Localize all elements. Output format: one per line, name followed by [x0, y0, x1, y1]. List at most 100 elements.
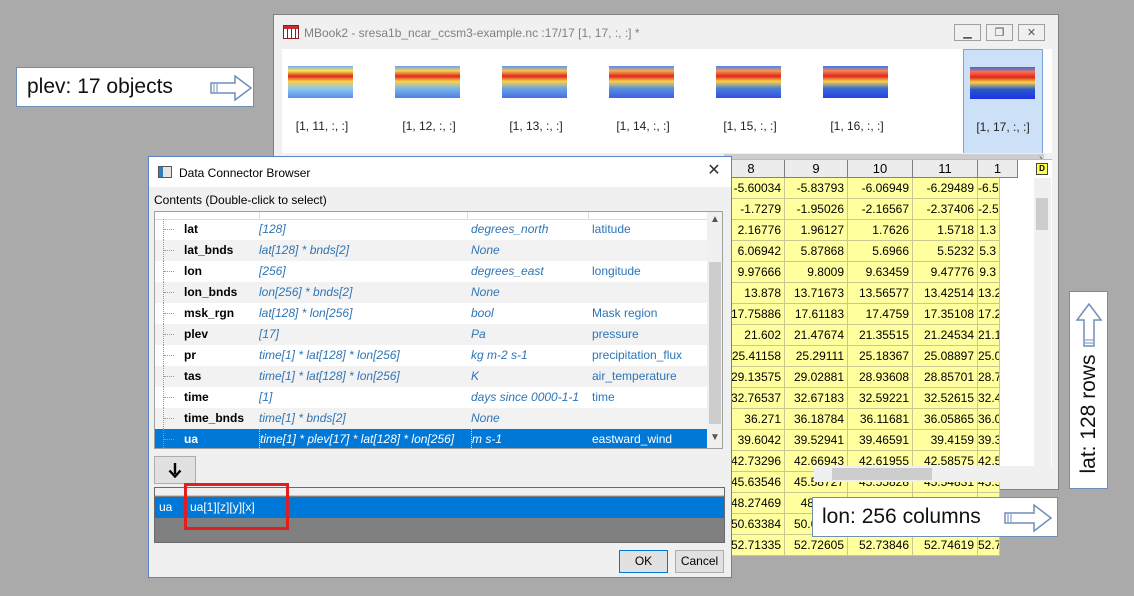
cell[interactable]: 39.3 — [978, 430, 1000, 451]
tree-item-lon-bnds[interactable]: lon_bnds lon[256] * bnds[2] None — [155, 282, 707, 303]
cell[interactable]: 1.5718 — [913, 220, 978, 241]
tree-item-time[interactable]: time [1] days since 0000-1-1 time — [155, 387, 707, 408]
sheet-thumbnail[interactable]: [1, 16, :, :] — [817, 49, 897, 155]
cell[interactable]: 36.05865 — [913, 409, 978, 430]
cell[interactable]: 25.18367 — [848, 346, 913, 367]
worksheet-vertical-scrollbar[interactable] — [1034, 178, 1051, 474]
cell[interactable]: 21.47674 — [785, 325, 848, 346]
cell[interactable]: 9.47776 — [913, 262, 978, 283]
cell[interactable]: 52.74619 — [913, 535, 978, 556]
cell[interactable]: 9.8009 — [785, 262, 848, 283]
sheet-thumbnail[interactable]: [1, 14, :, :] — [603, 49, 683, 155]
cell[interactable]: -6.06949 — [848, 178, 913, 199]
cell[interactable]: -2.5 — [978, 199, 1000, 220]
dialog-close-button[interactable]: ✕ — [705, 162, 723, 180]
cell[interactable]: 5.6966 — [848, 241, 913, 262]
tree-item-lon[interactable]: lon [256] degrees_east longitude — [155, 261, 707, 282]
cell[interactable]: 17.61183 — [785, 304, 848, 325]
cell[interactable]: 17.2 — [978, 304, 1000, 325]
cell[interactable]: 5.3 — [978, 241, 1000, 262]
cell[interactable]: 5.87868 — [785, 241, 848, 262]
sheet-thumbnail[interactable]: [1, 11, :, :] — [282, 49, 362, 155]
cell[interactable]: 32.67183 — [785, 388, 848, 409]
cell[interactable]: 13.71673 — [785, 283, 848, 304]
cell[interactable]: 13.56577 — [848, 283, 913, 304]
cell[interactable]: 21.24534 — [913, 325, 978, 346]
scroll-thumb[interactable] — [709, 262, 721, 424]
cell[interactable]: 9.3 — [978, 262, 1000, 283]
scroll-down-icon[interactable]: ▼ — [710, 432, 720, 443]
cell[interactable]: 52.73846 — [848, 535, 913, 556]
ok-button[interactable]: OK — [619, 550, 668, 573]
cell[interactable]: 28.93608 — [848, 367, 913, 388]
column-header[interactable]: 9 — [785, 160, 848, 178]
cell[interactable]: 25.29111 — [785, 346, 848, 367]
tree-item-tas[interactable]: tas time[1] * lat[128] * lon[256] Kair_tem… — [155, 366, 707, 387]
cell[interactable]: 52.72605 — [785, 535, 848, 556]
cell[interactable]: 28.7 — [978, 367, 1000, 388]
sheet-menu-icon[interactable]: D — [1036, 163, 1048, 175]
column-header[interactable]: 11 — [913, 160, 978, 178]
worksheet-horizontal-scrollbar[interactable] — [814, 466, 1052, 482]
sheet-preview-image — [502, 66, 567, 98]
cell[interactable]: 21.1 — [978, 325, 1000, 346]
tree-item-plev[interactable]: plev [17] Pa pressure — [155, 324, 707, 345]
cell[interactable]: 5.5232 — [913, 241, 978, 262]
sheet-thumbnail[interactable]: [1, 12, :, :] — [389, 49, 469, 155]
scroll-thumb[interactable] — [832, 468, 932, 480]
cell[interactable]: 52.7 — [978, 535, 1000, 556]
sheet-thumbnail[interactable]: [1, 13, :, :] — [496, 49, 576, 155]
cell[interactable]: 39.52941 — [785, 430, 848, 451]
restore-button[interactable]: ❐ — [986, 24, 1013, 41]
cell[interactable]: 32.52615 — [913, 388, 978, 409]
scroll-thumb[interactable] — [1036, 198, 1048, 230]
cell[interactable]: 32.59221 — [848, 388, 913, 409]
close-button[interactable]: ✕ — [1018, 24, 1045, 41]
item-dimensions: [128] — [259, 222, 286, 236]
cell[interactable]: 36.0 — [978, 409, 1000, 430]
mbook-titlebar[interactable]: MBook2 - sresa1b_ncar_ccsm3-example.nc :… — [274, 15, 1058, 49]
cell[interactable]: -5.83793 — [785, 178, 848, 199]
cell[interactable]: 13.2 — [978, 283, 1000, 304]
cell[interactable]: 28.85701 — [913, 367, 978, 388]
cell[interactable]: -6.5 — [978, 178, 1000, 199]
cell[interactable]: 39.4159 — [913, 430, 978, 451]
column-header[interactable]: 1 — [978, 160, 1018, 178]
cell[interactable]: 1.7626 — [848, 220, 913, 241]
dialog-titlebar[interactable]: Data Connector Browser ✕ — [149, 157, 731, 187]
tree-item-ua[interactable]: ua time[1] * plev[17] * lat[128] * lon[25… — [155, 429, 707, 448]
tree-vertical-scrollbar[interactable]: ▲ ▼ — [707, 212, 722, 448]
sheet-thumbnail[interactable]: [1, 17, :, :] — [963, 49, 1043, 155]
cell[interactable]: 25.0 — [978, 346, 1000, 367]
sheet-thumbnail[interactable]: [1, 15, :, :] — [710, 49, 790, 155]
cell[interactable]: 1.3 — [978, 220, 1000, 241]
column-header[interactable]: 10 — [848, 160, 913, 178]
cancel-button[interactable]: Cancel — [675, 550, 724, 573]
tree-item-time-bnds[interactable]: time_bnds time[1] * bnds[2] None — [155, 408, 707, 429]
cell[interactable]: 1.96127 — [785, 220, 848, 241]
contents-tree[interactable]: lat [128] degrees_north latitude lat_bnds lat… — [154, 211, 723, 449]
cell[interactable]: 21.35515 — [848, 325, 913, 346]
cell[interactable]: 36.11681 — [848, 409, 913, 430]
tree-item-msk-rgn[interactable]: msk_rgn lat[128] * lon[256] bool Mask regio… — [155, 303, 707, 324]
tree-item-lat-bnds[interactable]: lat_bnds lat[128] * bnds[2] None — [155, 240, 707, 261]
cell[interactable]: 13.42514 — [913, 283, 978, 304]
cell[interactable]: 29.02881 — [785, 367, 848, 388]
cell[interactable]: 25.08897 — [913, 346, 978, 367]
cell[interactable]: 36.18784 — [785, 409, 848, 430]
cell[interactable]: -6.29489 — [913, 178, 978, 199]
add-selection-button[interactable] — [154, 456, 196, 484]
minimize-button[interactable]: ▁ — [954, 24, 981, 41]
item-description: eastward_wind — [592, 432, 673, 446]
tree-item-pr[interactable]: pr time[1] * lat[128] * lon[256] kg m-2 s-… — [155, 345, 707, 366]
cell[interactable]: -1.95026 — [785, 199, 848, 220]
cell[interactable]: -2.37406 — [913, 199, 978, 220]
scroll-up-icon[interactable]: ▲ — [710, 214, 720, 225]
cell[interactable]: 9.63459 — [848, 262, 913, 283]
tree-item-lat[interactable]: lat [128] degrees_north latitude — [155, 219, 707, 240]
cell[interactable]: 32.4 — [978, 388, 1000, 409]
cell[interactable]: 17.35108 — [913, 304, 978, 325]
cell[interactable]: 17.4759 — [848, 304, 913, 325]
cell[interactable]: 39.46591 — [848, 430, 913, 451]
cell[interactable]: -2.16567 — [848, 199, 913, 220]
